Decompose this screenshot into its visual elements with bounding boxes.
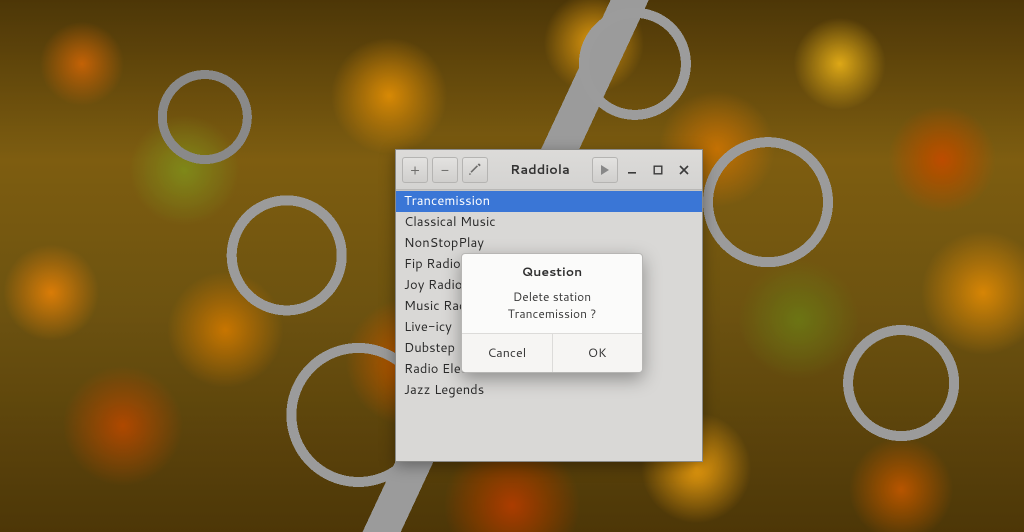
minimize-button[interactable] <box>620 158 644 182</box>
dialog-button-row: Cancel OK <box>462 333 642 372</box>
pencil-icon <box>469 160 481 180</box>
maximize-button[interactable] <box>646 158 670 182</box>
list-item[interactable]: Trancemission <box>396 191 702 212</box>
remove-station-button[interactable]: − <box>432 157 458 183</box>
window-title: Raddiola <box>490 161 590 179</box>
confirm-dialog: Question Delete station Trancemission ? … <box>461 253 643 373</box>
cancel-button[interactable]: Cancel <box>462 334 553 372</box>
dialog-message: Delete station Trancemission ? <box>462 288 642 333</box>
ok-button[interactable]: OK <box>553 334 643 372</box>
minus-icon: − <box>441 160 449 180</box>
play-button[interactable] <box>592 157 618 183</box>
close-button[interactable] <box>672 158 696 182</box>
edit-station-button[interactable] <box>462 157 488 183</box>
titlebar: + − Raddiola <box>396 150 702 190</box>
dialog-title: Question <box>462 254 642 288</box>
plus-icon: + <box>410 160 420 180</box>
play-icon <box>600 160 610 180</box>
list-item[interactable]: Classical Music <box>396 212 702 233</box>
list-item[interactable]: Jazz Legends <box>396 380 702 401</box>
list-item[interactable]: NonStopPlay <box>396 233 702 254</box>
add-station-button[interactable]: + <box>402 157 428 183</box>
